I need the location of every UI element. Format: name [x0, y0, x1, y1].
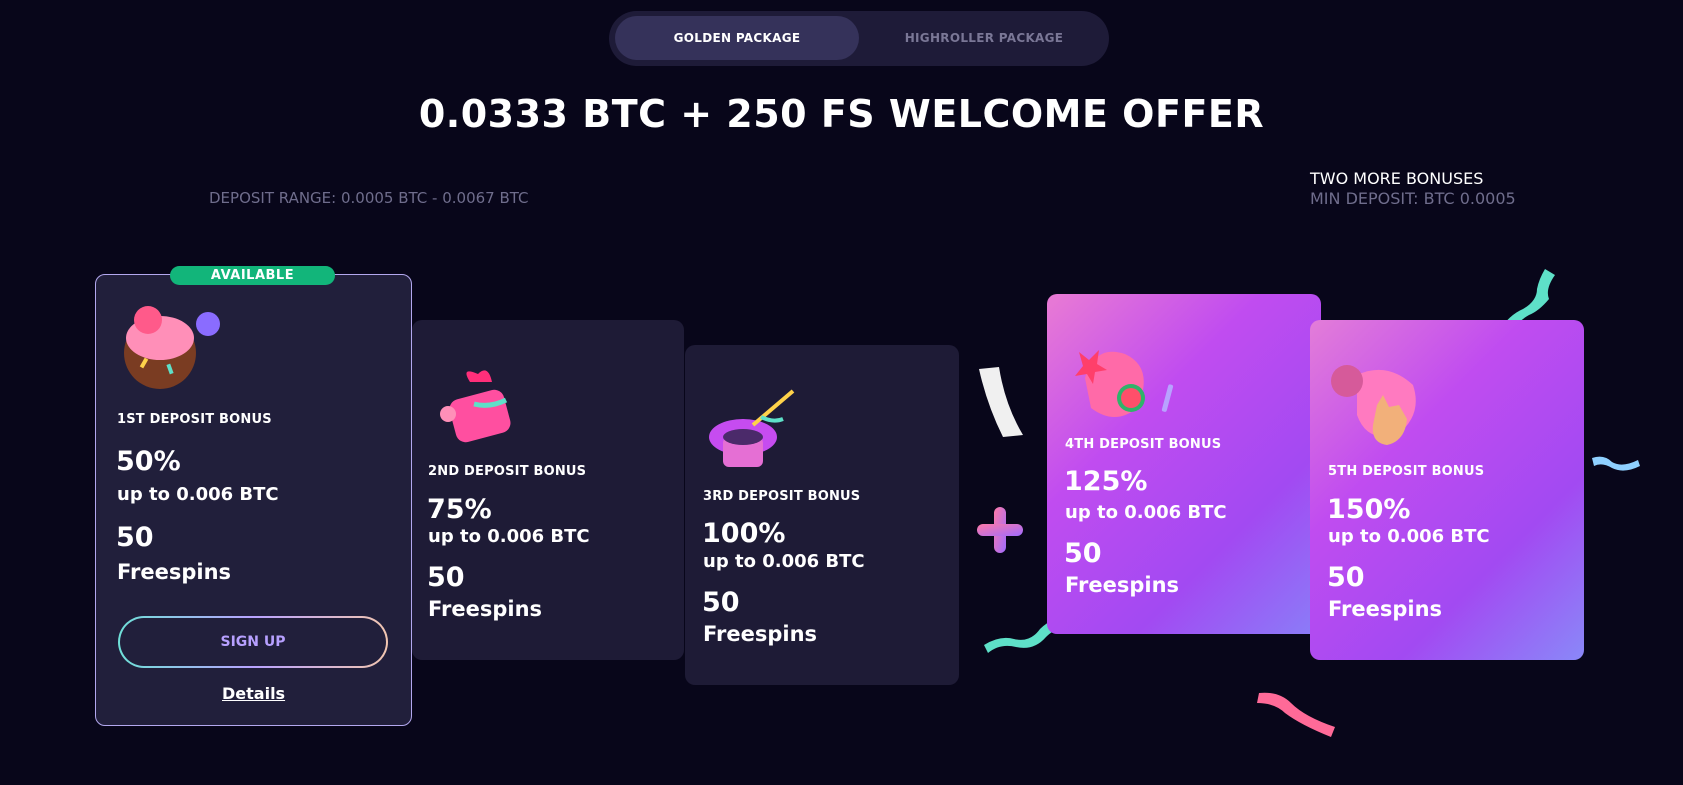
card-1-up-to: up to 0.006 BTC [117, 484, 279, 505]
card-1-percent: 50% [116, 446, 181, 477]
card-5-freespins-count: 50 [1327, 562, 1365, 593]
tab-golden-package[interactable]: GOLDEN PACKAGE [615, 16, 859, 60]
card-2-percent: 75% [427, 494, 492, 525]
card-4-up-to: up to 0.006 BTC [1065, 502, 1227, 523]
available-badge: AVAILABLE [170, 266, 335, 285]
gift-icon [440, 370, 511, 443]
details-link[interactable]: Details [222, 684, 285, 703]
card-5-label: 5TH DEPOSIT BONUS [1328, 464, 1485, 479]
plus-icon [977, 507, 1023, 553]
candy-icon [1075, 350, 1174, 417]
confetti-blue-icon [1592, 456, 1640, 471]
card-1-freespins-count: 50 [116, 522, 154, 553]
card-1-label: 1ST DEPOSIT BONUS [117, 412, 272, 427]
card-4-freespins-label: Freespins [1065, 573, 1180, 597]
card-2-up-to: up to 0.006 BTC [428, 526, 590, 547]
card-2-freespins-label: Freespins [428, 597, 543, 621]
card-4-label: 4TH DEPOSIT BONUS [1065, 437, 1222, 452]
card-2-freespins-count: 50 [427, 562, 465, 593]
card-3-freespins-count: 50 [702, 587, 740, 618]
card-3-freespins-label: Freespins [703, 622, 818, 646]
card-3-percent: 100% [702, 518, 786, 549]
card-4-percent: 125% [1064, 466, 1148, 497]
deposit-range: DEPOSIT RANGE: 0.0005 BTC - 0.0067 BTC [209, 189, 529, 207]
package-tabs: GOLDEN PACKAGE HIGHROLLER PACKAGE [609, 11, 1109, 66]
card-5-freespins-label: Freespins [1328, 597, 1443, 621]
card-5-up-to: up to 0.006 BTC [1328, 526, 1490, 547]
offer-title: 0.0333 BTC + 250 FS WELCOME OFFER [418, 92, 1265, 136]
card-1-freespins-label: Freespins [117, 560, 232, 584]
tab-highroller-package[interactable]: HIGHROLLER PACKAGE [865, 16, 1103, 60]
card-3-label: 3RD DEPOSIT BONUS [703, 489, 861, 504]
card-2-label: 2ND DEPOSIT BONUS [428, 464, 587, 479]
card-4-freespins-count: 50 [1064, 538, 1102, 569]
signup-button[interactable]: SIGN UP [118, 616, 388, 668]
cake-icon [124, 306, 220, 389]
more-bonuses-min-deposit: MIN DEPOSIT: BTC 0.0005 [1310, 189, 1516, 208]
magic-hat-icon [709, 389, 795, 467]
more-bonuses-title: TWO MORE BONUSES [1310, 169, 1484, 188]
card-5-percent: 150% [1327, 494, 1411, 525]
confetti-pink-icon [1257, 692, 1335, 737]
hand-icon [1331, 365, 1416, 445]
card-3-up-to: up to 0.006 BTC [703, 551, 865, 572]
confetti-white-icon [979, 367, 1023, 437]
